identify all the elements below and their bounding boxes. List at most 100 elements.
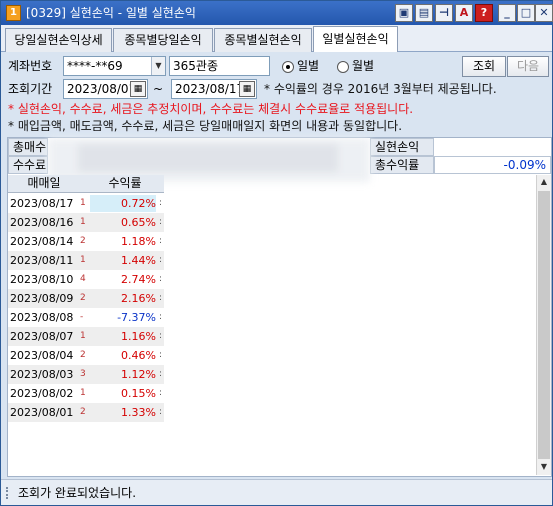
table-row[interactable]: 2023/08/10 4 2.74%: (8, 270, 164, 289)
title-bar[interactable]: 1 [0329] 실현손익 - 일별 실현손익 ▣ ▤ ⊣ A ? _ □ ✕ (1, 1, 553, 25)
cell-return-rate: 0.65% (121, 216, 156, 229)
minimize-icon[interactable]: _ (498, 4, 516, 22)
cell-trade-date: 2023/08/08 (10, 311, 74, 324)
grip-icon (6, 487, 8, 499)
cell-return-rate: 2.74% (121, 273, 156, 286)
cell-overflow: : (159, 293, 163, 303)
summary-panel: 총매수 수수료 실현손익 총수익률 -0.09% (8, 138, 551, 182)
query-form: 계좌번호 ****-**69 ▼ 365관종 일별 월별 조회 다음 조회기간 … (1, 53, 552, 137)
cell-masked: 2 (80, 350, 86, 360)
font-icon[interactable]: A (455, 4, 473, 22)
header-return-rate[interactable]: 수익률 (90, 175, 160, 193)
window-icon[interactable]: ▤ (415, 4, 433, 22)
cell-trade-date: 2023/08/09 (10, 292, 74, 305)
scroll-down-icon[interactable]: ▼ (537, 460, 551, 474)
table-row[interactable]: 2023/08/01 2 1.33%: (8, 403, 164, 422)
total-rate-value: -0.09% (434, 156, 551, 174)
table-row[interactable]: 2023/08/03 3 1.12%: (8, 365, 164, 384)
next-button[interactable]: 다음 (507, 56, 549, 77)
cell-return-rate: 0.72% (90, 195, 156, 212)
cell-masked: 1 (80, 217, 86, 227)
radio-monthly[interactable] (337, 61, 349, 73)
scroll-thumb[interactable] (538, 191, 550, 459)
status-message: 조회가 완료되었습니다. (18, 486, 137, 500)
cell-return-rate: 1.44% (121, 254, 156, 267)
table-row[interactable]: 2023/08/17 1 0.72%: (8, 194, 164, 213)
table-row[interactable]: 2023/08/02 1 0.15%: (8, 384, 164, 403)
date-from-input[interactable]: 2023/08/01 ▦ (63, 79, 148, 99)
cell-trade-date: 2023/08/14 (10, 235, 74, 248)
cell-masked: 1 (80, 255, 86, 265)
date-to-input[interactable]: 2023/08/17 ▦ (171, 79, 257, 99)
layout-icon[interactable]: ▣ (395, 4, 413, 22)
cell-return-rate: 1.12% (121, 368, 156, 381)
cell-overflow: : (159, 407, 163, 417)
tab-daily-realized-pnl[interactable]: 일별실현손익 (313, 26, 398, 52)
cell-masked: 2 (80, 236, 86, 246)
cell-return-rate: -7.37% (117, 311, 156, 324)
header-trade-date[interactable]: 매매일 (8, 175, 80, 193)
table-row[interactable]: 2023/08/07 1 1.16%: (8, 327, 164, 346)
window-title: [0329] 실현손익 - 일별 실현손익 (26, 6, 196, 20)
calendar-icon[interactable]: ▦ (130, 81, 146, 97)
vertical-scrollbar[interactable]: ▲ ▼ (536, 175, 551, 475)
app-window: 1 [0329] 실현손익 - 일별 실현손익 ▣ ▤ ⊣ A ? _ □ ✕ … (0, 0, 553, 506)
scroll-up-icon[interactable]: ▲ (537, 175, 551, 189)
amount-notice: * 매입금액, 매도금액, 수수료, 세금은 당일매매일지 화면의 내용과 동일… (8, 119, 403, 133)
cell-trade-date: 2023/08/03 (10, 368, 74, 381)
cell-trade-date: 2023/08/01 (10, 406, 74, 419)
cell-return-rate: 1.18% (121, 235, 156, 248)
cell-overflow: : (159, 217, 163, 227)
cell-overflow: : (159, 236, 163, 246)
cell-trade-date: 2023/08/07 (10, 330, 74, 343)
calendar-icon[interactable]: ▦ (239, 81, 255, 97)
estimate-notice: * 실현손익, 수수료, 세금은 추정치이며, 수수료는 체결시 수수료율로 적… (8, 102, 414, 116)
table-row[interactable]: 2023/08/09 2 2.16%: (8, 289, 164, 308)
tab-stock-daily-pnl[interactable]: 종목별당일손익 (113, 28, 213, 52)
cell-overflow: : (159, 274, 163, 284)
radio-daily-label[interactable]: 일별 (297, 58, 319, 74)
cell-return-rate: 1.16% (121, 330, 156, 343)
pin-icon[interactable]: ⊣ (435, 4, 453, 22)
period-label: 조회기간 (8, 82, 53, 96)
tab-stock-realized-pnl[interactable]: 종목별실현손익 (214, 28, 312, 52)
cell-overflow: : (159, 388, 163, 398)
date-to-value: 2023/08/17 (175, 82, 245, 96)
app-icon: 1 (6, 5, 21, 21)
cell-trade-date: 2023/08/16 (10, 216, 74, 229)
cell-return-rate: 1.33% (121, 406, 156, 419)
cell-trade-date: 2023/08/02 (10, 387, 74, 400)
table-row[interactable]: 2023/08/08- -7.37%: (8, 308, 164, 327)
tab-daily-realized-detail[interactable]: 당일실현손익상세 (5, 28, 112, 52)
cell-overflow: : (159, 198, 163, 208)
table-row[interactable]: 2023/08/11 1 1.44%: (8, 251, 164, 270)
cell-masked: 2 (80, 407, 86, 417)
cell-trade-date: 2023/08/10 (10, 273, 74, 286)
chevron-down-icon[interactable]: ▼ (151, 57, 165, 75)
radio-daily[interactable] (282, 61, 294, 73)
total-rate-label: 총수익률 (370, 156, 434, 174)
query-button[interactable]: 조회 (462, 56, 506, 77)
table-row[interactable]: 2023/08/16 1 0.65%: (8, 213, 164, 232)
account-select[interactable]: ****-**69 ▼ (63, 56, 166, 76)
status-bar: 조회가 완료되었습니다. (1, 479, 552, 505)
fee-label: 수수료 (8, 156, 48, 174)
cell-return-rate: 2.16% (121, 292, 156, 305)
cell-return-rate: 0.46% (121, 349, 156, 362)
table-row[interactable]: 2023/08/14 2 1.18%: (8, 232, 164, 251)
cell-overflow: : (159, 331, 163, 341)
date-from-value: 2023/08/01 (67, 82, 137, 96)
cell-overflow: : (159, 312, 163, 322)
account-label: 계좌번호 (8, 59, 53, 73)
cell-trade-date: 2023/08/17 (10, 197, 74, 210)
table-row[interactable]: 2023/08/04 2 0.46%: (8, 346, 164, 365)
cell-return-rate: 0.15% (121, 387, 156, 400)
realized-pnl-label: 실현손익 (370, 138, 434, 156)
radio-monthly-label[interactable]: 월별 (352, 58, 374, 74)
maximize-icon[interactable]: □ (517, 4, 535, 22)
cell-trade-date: 2023/08/04 (10, 349, 74, 362)
total-buy-label: 총매수 (8, 138, 48, 156)
help-icon[interactable]: ? (475, 4, 493, 22)
cell-overflow: : (159, 369, 163, 379)
close-icon[interactable]: ✕ (535, 4, 553, 22)
